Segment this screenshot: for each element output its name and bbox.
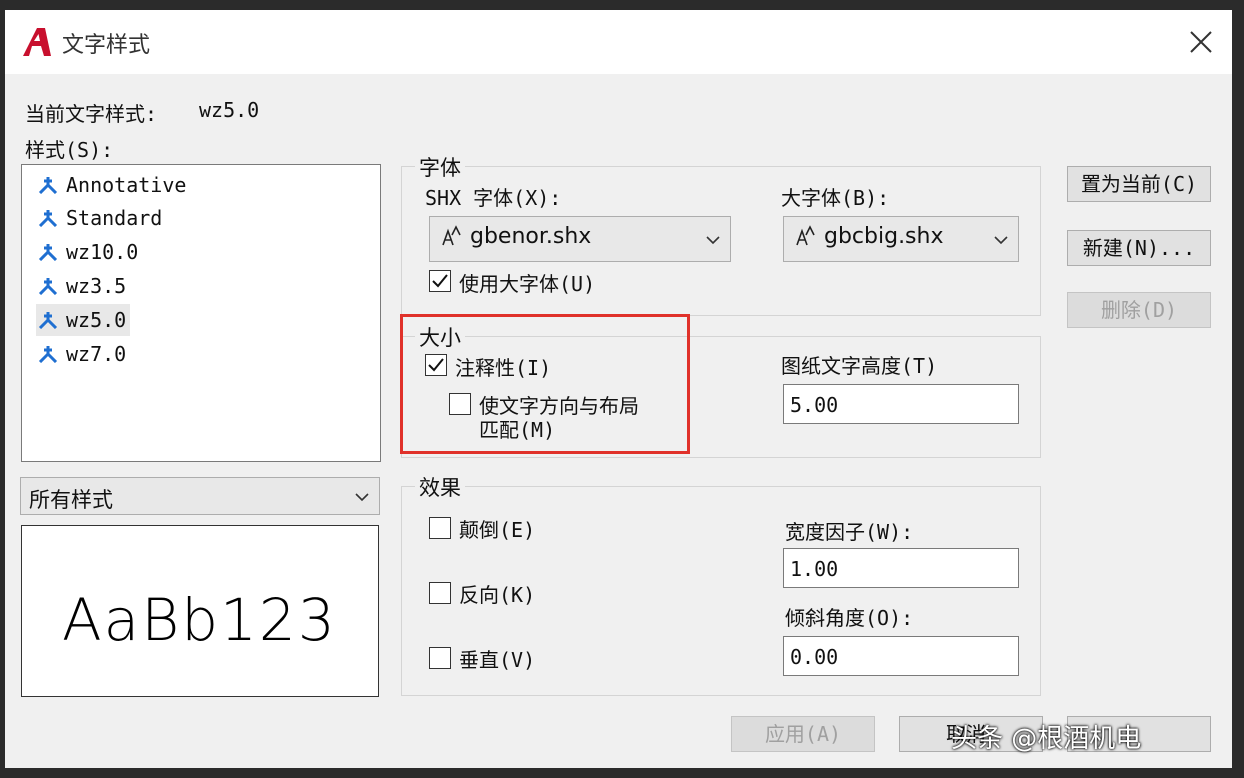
- watermark-text: 头条 @根酒机电: [951, 724, 1142, 754]
- styles-list[interactable]: Annotative Standard wz10.0 wz3.5 wz5.0 w…: [21, 164, 381, 462]
- annotative-style-icon: [38, 210, 58, 227]
- annotative-style-icon: [38, 177, 58, 194]
- upside-down-checkbox[interactable]: [429, 517, 451, 539]
- set-current-button[interactable]: 置为当前(C): [1067, 166, 1211, 202]
- close-icon[interactable]: [1183, 24, 1219, 60]
- text-style-dialog: 文字样式 当前文字样式: wz5.0 样式(S): Annotative Sta…: [5, 10, 1232, 768]
- chevron-down-icon: [994, 236, 1008, 245]
- style-filter-value: 所有样式: [29, 488, 113, 512]
- annotative-style-icon: [38, 278, 58, 295]
- list-item-label: Annotative: [66, 173, 187, 197]
- oblique-angle-input[interactable]: 0.00: [783, 636, 1019, 676]
- list-item-label: Standard: [66, 206, 163, 230]
- big-font-label: 大字体(B):: [781, 186, 890, 210]
- current-style-value: wz5.0: [199, 98, 260, 122]
- font-group-label: 字体: [415, 152, 465, 182]
- annotation-highlight-box: [400, 314, 690, 454]
- list-item-selected[interactable]: wz5.0: [36, 304, 131, 336]
- shx-font-value: gbenor.shx: [470, 224, 592, 249]
- big-font-dropdown[interactable]: gbcbig.shx: [783, 216, 1019, 262]
- effects-group-label: 效果: [415, 472, 465, 502]
- current-style-label: 当前文字样式:: [25, 102, 158, 126]
- list-item-label: wz10.0: [66, 240, 139, 264]
- vertical-label: 垂直(V): [459, 648, 536, 672]
- autocad-logo-icon: [23, 28, 51, 56]
- big-font-value: gbcbig.shx: [824, 224, 944, 249]
- preview-text: AaBb123: [62, 586, 337, 654]
- annotative-style-icon: [38, 312, 58, 329]
- shx-font-label: SHX 字体(X):: [425, 186, 562, 210]
- style-preview: AaBb123: [21, 525, 379, 697]
- new-button[interactable]: 新建(N)...: [1067, 230, 1211, 266]
- width-factor-input[interactable]: 1.00: [783, 548, 1019, 588]
- shx-font-icon: [442, 225, 461, 246]
- apply-button[interactable]: 应用(A): [731, 716, 875, 752]
- style-filter-dropdown[interactable]: 所有样式: [20, 477, 380, 515]
- shx-font-dropdown[interactable]: gbenor.shx: [429, 216, 731, 262]
- chevron-down-icon: [706, 236, 720, 245]
- list-item-label: wz3.5: [66, 274, 127, 298]
- width-factor-label: 宽度因子(W):: [785, 520, 914, 544]
- shx-font-icon: [796, 225, 815, 246]
- list-item[interactable]: wz3.5: [36, 270, 130, 302]
- checkmark-icon: [432, 274, 448, 288]
- backwards-label: 反向(K): [459, 583, 536, 607]
- paper-height-input[interactable]: 5.00: [783, 384, 1019, 424]
- annotative-style-icon: [38, 244, 58, 261]
- upside-down-label: 颠倒(E): [459, 518, 536, 542]
- chevron-down-icon: [355, 493, 369, 502]
- oblique-angle-label: 倾斜角度(O):: [785, 606, 914, 630]
- window-title: 文字样式: [62, 33, 151, 58]
- use-big-font-label: 使用大字体(U): [459, 272, 596, 296]
- vertical-checkbox[interactable]: [429, 647, 451, 669]
- use-big-font-checkbox[interactable]: [429, 270, 451, 292]
- list-item[interactable]: wz7.0: [36, 338, 130, 370]
- annotative-style-icon: [38, 346, 58, 363]
- list-item[interactable]: wz10.0: [36, 236, 142, 268]
- list-item-label: wz7.0: [66, 342, 127, 366]
- paper-height-label: 图纸文字高度(T): [781, 354, 938, 378]
- delete-button[interactable]: 删除(D): [1067, 292, 1211, 328]
- title-bar: 文字样式: [5, 10, 1232, 74]
- backwards-checkbox[interactable]: [429, 582, 451, 604]
- list-item-label: wz5.0: [66, 308, 127, 332]
- styles-label: 样式(S):: [25, 138, 114, 162]
- list-item[interactable]: Annotative: [36, 169, 190, 201]
- list-item[interactable]: Standard: [36, 202, 166, 234]
